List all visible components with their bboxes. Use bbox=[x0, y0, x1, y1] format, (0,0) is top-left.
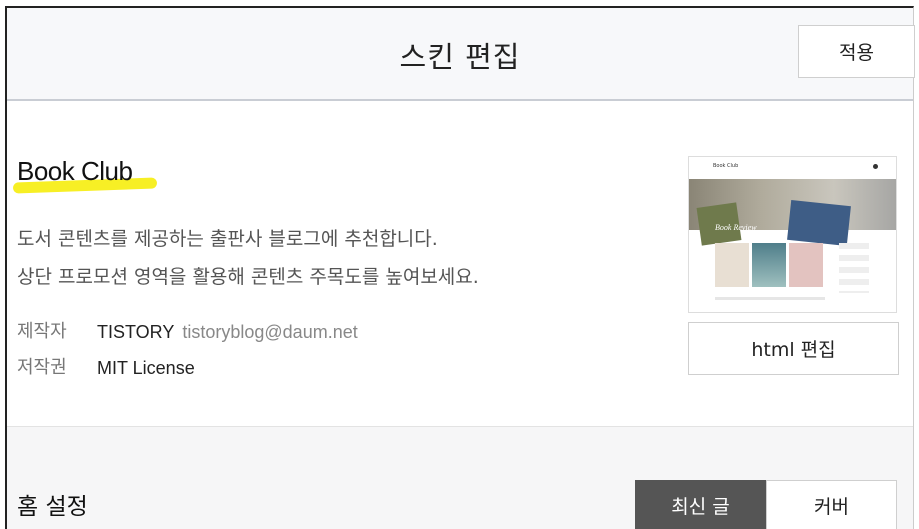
skin-meta: 제작자 TISTORY tistoryblog@daum.net 저작권 MIT… bbox=[17, 314, 358, 386]
skin-name-block: Book Club bbox=[12, 156, 158, 194]
author-name: TISTORY bbox=[97, 322, 175, 342]
thumbnail-text-line bbox=[715, 297, 825, 300]
license-row: 저작권 MIT License bbox=[17, 350, 358, 386]
thumbnail-topbar: Book Club bbox=[689, 157, 896, 179]
skin-description: 도서 콘텐츠를 제공하는 출판사 블로그에 추천합니다. 상단 프로모션 영역을… bbox=[17, 220, 479, 296]
thumbnail-card bbox=[752, 243, 786, 287]
skin-name: Book Club bbox=[17, 156, 133, 186]
header-bar: 스킨 편집 적용 bbox=[7, 8, 915, 101]
thumbnail-card bbox=[789, 243, 823, 287]
license-label: 저작권 bbox=[17, 357, 67, 378]
thumbnail-hero: Book Review bbox=[689, 179, 896, 247]
author-row: 제작자 TISTORY tistoryblog@daum.net bbox=[17, 314, 358, 350]
description-line: 상단 프로모션 영역을 활용해 콘텐츠 주목도를 높여보세요. bbox=[17, 266, 479, 288]
tab-latest-posts[interactable]: 최신 글 bbox=[635, 480, 766, 529]
thumbnail-menu-icon bbox=[873, 164, 878, 169]
description-line: 도서 콘텐츠를 제공하는 출판사 블로그에 추천합니다. bbox=[17, 228, 438, 250]
home-settings-section: 홈 설정 최신 글 커버 bbox=[7, 426, 913, 529]
skin-thumbnail: Book Club Book Review bbox=[688, 156, 897, 313]
thumbnail-logo: Book Club bbox=[713, 163, 739, 169]
home-type-toggle: 최신 글 커버 bbox=[635, 480, 897, 529]
author-email: tistoryblog@daum.net bbox=[182, 322, 358, 342]
page-title: 스킨 편집 bbox=[399, 40, 521, 74]
html-edit-button[interactable]: html 편집 bbox=[688, 322, 899, 375]
tab-cover[interactable]: 커버 bbox=[766, 480, 897, 529]
thumbnail-hero-text: Book Review bbox=[715, 223, 757, 232]
home-settings-title: 홈 설정 bbox=[17, 494, 88, 520]
thumbnail-card bbox=[715, 243, 749, 287]
license-value: MIT License bbox=[97, 358, 195, 378]
thumbnail-book-blue bbox=[787, 199, 851, 247]
author-label: 제작자 bbox=[17, 321, 67, 342]
thumbnail-sidebar bbox=[839, 243, 869, 293]
skin-editor-panel: 스킨 편집 적용 Book Club 도서 콘텐츠를 제공하는 출판사 블로그에… bbox=[5, 6, 915, 529]
apply-button[interactable]: 적용 bbox=[798, 25, 915, 78]
